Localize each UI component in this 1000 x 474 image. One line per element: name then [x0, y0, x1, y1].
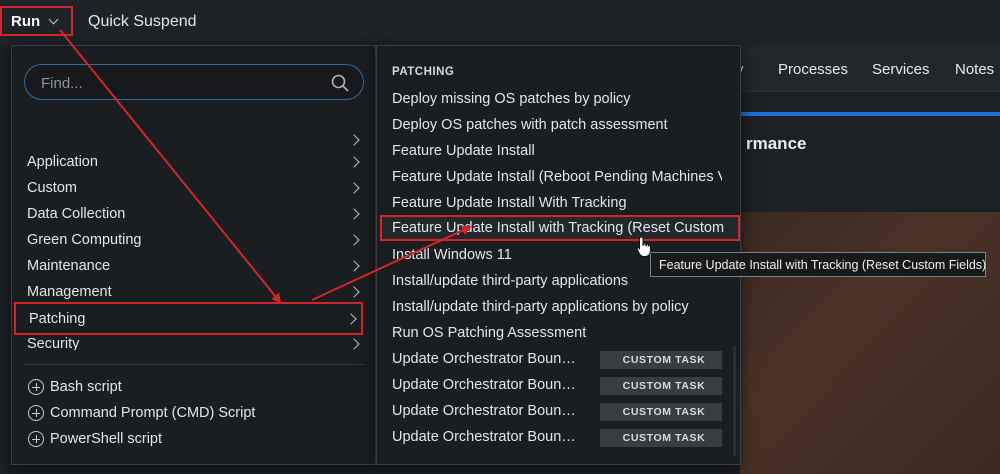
chevron-right-icon [345, 313, 357, 325]
submenu-item-label: Deploy OS patches with patch assessment [392, 117, 668, 133]
submenu-item[interactable]: Run OS Patching Assessment [392, 322, 722, 346]
menu-category-maintenance[interactable]: Maintenance [27, 254, 362, 280]
submenu-item-label: Install/update third-party applications [392, 273, 629, 289]
chevron-right-icon [348, 182, 360, 194]
top-toolbar: Run Quick Suspend [0, 0, 1000, 46]
cmd-script-item[interactable]: Command Prompt (CMD) Script [28, 402, 255, 424]
tooltip: Feature Update Install with Tracking (Re… [650, 252, 986, 277]
custom-task-badge: CUSTOM TASK [600, 429, 722, 447]
add-circle-icon [28, 405, 44, 421]
powershell-script-item[interactable]: PowerShell script [28, 428, 162, 450]
submenu-item-label: Install/update third-party applications … [392, 299, 689, 315]
tab-processes[interactable]: Processes [778, 61, 848, 78]
custom-task-item[interactable]: Update Orchestrator Bouncer CUSTOM TASK [392, 348, 722, 372]
submenu-item-label: Feature Update Install [392, 143, 535, 159]
menu-category-label: Data Collection [27, 206, 126, 222]
add-circle-icon [28, 431, 44, 447]
custom-task-badge: CUSTOM TASK [600, 403, 722, 421]
menu-category-label: Custom [27, 180, 77, 196]
run-button[interactable]: Run [0, 6, 73, 36]
custom-task-label: Update Orchestrator Bouncer [392, 351, 580, 367]
submenu-scrollbar[interactable] [733, 346, 736, 456]
submenu-item-label: Feature Update Install with Tracking (Re… [392, 220, 725, 236]
bash-script-item[interactable]: Bash script [28, 376, 122, 398]
chevron-right-icon [348, 234, 360, 246]
background-section-title: rmance [746, 134, 807, 153]
menu-category-label: Green Computing [27, 232, 142, 248]
script-label: PowerShell script [50, 431, 163, 447]
menu-category-label: Maintenance [27, 258, 111, 274]
custom-task-label: Update Orchestrator Bouncer [392, 377, 580, 393]
custom-task-item[interactable]: Update Orchestrator Bouncer CUSTOM TASK [392, 400, 722, 424]
menu-category-label: Application [27, 154, 98, 170]
tab-notes[interactable]: Notes [955, 61, 994, 78]
menu-category-label: Management [27, 284, 112, 300]
menu-category-security[interactable]: Security [27, 332, 362, 350]
custom-task-item[interactable]: Update Orchestrator Bouncer CUSTOM TASK [392, 426, 722, 450]
menu-divider [24, 364, 364, 365]
submenu-item-label: Feature Update Install (Reboot Pending M… [392, 169, 722, 185]
chevron-down-icon [48, 14, 59, 24]
chevron-right-icon [348, 156, 360, 168]
hand-pointer-icon [636, 236, 651, 257]
script-label: Bash script [50, 379, 122, 395]
add-circle-icon [28, 379, 44, 395]
menu-category-label: Patching [29, 311, 86, 327]
submenu-heading: PATCHING [392, 66, 455, 78]
submenu-item[interactable]: Deploy missing OS patches by policy [392, 88, 722, 112]
submenu-item-label: Feature Update Install With Tracking [392, 195, 627, 211]
submenu-item-label: Deploy missing OS patches by policy [392, 91, 631, 107]
menu-category-data-collection[interactable]: Data Collection [27, 202, 362, 228]
chevron-right-icon [348, 338, 360, 350]
run-button-label: Run [11, 12, 41, 30]
submenu-item[interactable]: Feature Update Install (Reboot Pending M… [392, 166, 722, 190]
find-search-box [24, 64, 364, 100]
submenu-item-label: Run OS Patching Assessment [392, 325, 587, 341]
chevron-right-icon [348, 260, 360, 272]
quick-suspend-button[interactable]: Quick Suspend [88, 13, 197, 31]
background-accent-bar [740, 112, 1000, 116]
custom-task-label: Update Orchestrator Bouncer [392, 403, 580, 419]
find-input[interactable] [41, 72, 321, 94]
custom-task-badge: CUSTOM TASK [600, 351, 722, 369]
submenu-item[interactable]: Install/update third-party applications … [392, 296, 722, 320]
submenu-item-label: Install Windows 11 [392, 247, 512, 263]
submenu-item[interactable]: Feature Update Install With Tracking [392, 192, 722, 216]
menu-category-custom[interactable]: Custom [27, 176, 362, 202]
tab-services[interactable]: Services [872, 61, 930, 78]
custom-task-item[interactable]: Update Orchestrator Bouncer CUSTOM TASK [392, 374, 722, 398]
menu-category-green-computing[interactable]: Green Computing [27, 228, 362, 254]
run-menu: Application Custom Data Collection Green… [11, 45, 376, 465]
chevron-right-icon [348, 286, 360, 298]
menu-category-patching[interactable]: Patching [14, 302, 363, 335]
submenu-item[interactable]: Feature Update Install [392, 140, 722, 164]
custom-task-badge: CUSTOM TASK [600, 377, 722, 395]
chevron-right-icon [348, 208, 360, 220]
submenu-item-highlighted[interactable]: Feature Update Install with Tracking (Re… [380, 215, 740, 241]
chevron-right-icon [348, 134, 360, 146]
menu-category-application[interactable]: Application [27, 150, 362, 176]
custom-task-label: Update Orchestrator Bouncer [392, 429, 580, 445]
menu-category-label: Security [27, 336, 80, 350]
script-label: Command Prompt (CMD) Script [50, 405, 256, 421]
search-icon[interactable] [331, 74, 349, 92]
submenu-item[interactable]: Deploy OS patches with patch assessment [392, 114, 722, 138]
